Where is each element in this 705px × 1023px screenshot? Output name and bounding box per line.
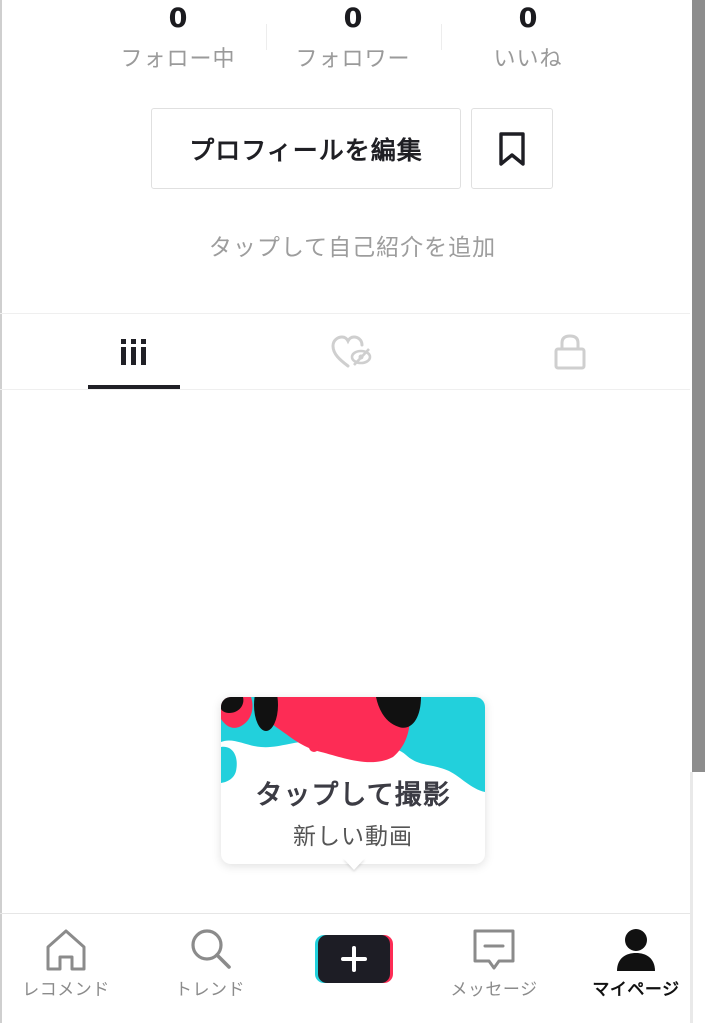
liked-hidden-icon [331, 334, 372, 367]
likes-label: いいね [493, 47, 563, 72]
following-count: 0 [168, 3, 188, 34]
edit-profile-button[interactable]: プロフィールを編集 [151, 108, 461, 189]
search-icon [191, 929, 231, 969]
lock-icon [554, 333, 586, 369]
likes-count: 0 [518, 3, 538, 34]
followers-label: フォロワー [295, 47, 411, 72]
scrollbar[interactable] [692, 0, 705, 772]
nav-messages[interactable]: メッセージ [434, 925, 554, 1000]
tab-videos[interactable] [88, 314, 180, 389]
favorites-button[interactable] [471, 108, 553, 189]
message-icon [473, 929, 515, 970]
tab-private[interactable] [524, 314, 616, 389]
grid-icon [121, 338, 146, 365]
nav-mypage[interactable]: マイページ [576, 925, 696, 1000]
followers-count: 0 [343, 3, 363, 34]
profile-icon [617, 929, 655, 971]
nav-mypage-label: マイページ [592, 980, 680, 1000]
add-icon[interactable] [313, 931, 395, 987]
tabs-divider [0, 389, 690, 390]
popup-subtitle: 新しい動画 [293, 824, 413, 850]
popup-title: タップして撮影 [255, 780, 451, 811]
nav-trend[interactable]: トレンド [150, 925, 270, 1000]
nav-trend-label: トレンド [175, 980, 245, 1000]
nav-messages-label: メッセージ [450, 980, 538, 1000]
stat-followers[interactable]: 0 フォロワー [283, 0, 423, 74]
bookmark-icon [499, 131, 525, 166]
stat-following[interactable]: 0 フォロー中 [108, 0, 248, 74]
profile-screen: 0 フォロー中 0 フォロワー 0 いいね プロフィールを編集 タップして自己紹… [0, 0, 705, 1023]
stat-divider [266, 24, 267, 50]
home-icon [46, 929, 86, 971]
left-border [0, 0, 2, 1023]
stat-likes[interactable]: 0 いいね [458, 0, 598, 74]
record-prompt-card[interactable]: タップして撮影 新しい動画 [221, 697, 485, 864]
stat-divider [441, 24, 442, 50]
nav-divider [0, 913, 690, 914]
following-label: フォロー中 [120, 47, 236, 72]
tab-liked[interactable] [306, 314, 398, 389]
bio-placeholder[interactable]: タップして自己紹介を追加 [0, 228, 705, 262]
popup-pointer [343, 858, 365, 870]
nav-home[interactable]: レコメンド [6, 925, 126, 1000]
nav-home-label: レコメンド [22, 980, 110, 1000]
